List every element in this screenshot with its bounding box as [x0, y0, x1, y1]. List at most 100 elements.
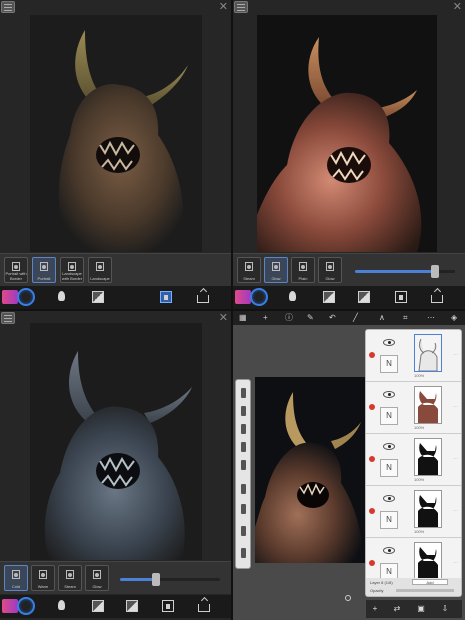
- option-glow[interactable]: Glow: [85, 565, 109, 591]
- frame-icon[interactable]: [395, 291, 407, 303]
- option-cold[interactable]: Cold: [4, 565, 28, 591]
- opacity-slider[interactable]: [396, 589, 454, 592]
- pencil-icon[interactable]: [241, 388, 246, 398]
- option-steam[interactable]: Steam: [58, 565, 82, 591]
- more-icon[interactable]: ⋯: [453, 456, 458, 462]
- visibility-eye-icon[interactable]: [383, 547, 395, 554]
- layers-icon[interactable]: ◈: [451, 313, 457, 323]
- more-icon[interactable]: ⋯: [453, 508, 458, 514]
- ruler-icon[interactable]: ⌗: [403, 313, 408, 323]
- frame-icon[interactable]: [160, 291, 172, 303]
- texture-icon[interactable]: [126, 600, 138, 612]
- brush-icon[interactable]: ✎: [307, 313, 314, 323]
- layer-thumbnail[interactable]: [414, 334, 442, 372]
- app-logo[interactable]: [2, 599, 18, 613]
- menu-button[interactable]: [234, 1, 248, 13]
- blend-mode-icon[interactable]: N: [380, 511, 398, 529]
- eyedropper-icon[interactable]: [241, 548, 246, 558]
- marker-icon[interactable]: [241, 424, 246, 434]
- undo-icon[interactable]: ↶: [329, 313, 336, 323]
- option-landscape-border[interactable]: Landscape with Border: [60, 257, 84, 283]
- sketchbook-toolbar: ▦ + ⓘ ✎ ↶ ╱ ∧ ⌗ ⋯ ◈: [233, 311, 465, 325]
- option-steam[interactable]: Steam: [237, 257, 261, 283]
- blend-mode-icon[interactable]: N: [380, 459, 398, 477]
- visibility-eye-icon[interactable]: [383, 495, 395, 502]
- merge-icon[interactable]: ▣: [416, 604, 426, 614]
- fill-icon[interactable]: [241, 526, 246, 536]
- layer-row[interactable]: N 100% ⋯: [366, 434, 461, 486]
- drawing-canvas[interactable]: [255, 377, 365, 563]
- visibility-eye-icon[interactable]: [383, 339, 395, 346]
- share-icon[interactable]: [198, 604, 210, 612]
- lightbulb-icon[interactable]: [58, 600, 65, 610]
- slider-thumb[interactable]: [152, 573, 160, 586]
- brush-dial-icon[interactable]: [250, 288, 268, 306]
- info-icon[interactable]: ⓘ: [285, 313, 293, 323]
- grid-icon[interactable]: ▦: [239, 313, 247, 323]
- curve-icon[interactable]: ∧: [379, 313, 385, 323]
- share-icon[interactable]: [431, 295, 443, 303]
- delete-layer-icon[interactable]: [369, 508, 375, 514]
- contrast-icon[interactable]: [92, 600, 104, 612]
- swap-icon[interactable]: ⇄: [392, 604, 402, 614]
- pen-tool-icon[interactable]: [241, 406, 246, 416]
- delete-layer-icon[interactable]: [369, 560, 375, 566]
- blend-mode-icon[interactable]: N: [380, 355, 398, 373]
- menu-button[interactable]: [1, 312, 15, 324]
- option-portrait[interactable]: Portrait: [32, 257, 56, 283]
- option-glow[interactable]: Glow: [264, 257, 288, 283]
- option-warm[interactable]: Warm: [31, 565, 55, 591]
- option-plain[interactable]: Plain: [291, 257, 315, 283]
- layer-row[interactable]: N 100% ⋯: [366, 382, 461, 434]
- option-glow-2[interactable]: Glow: [318, 257, 342, 283]
- brush-dial-icon[interactable]: [17, 597, 35, 615]
- layer-thumbnail[interactable]: [414, 386, 442, 424]
- more-icon[interactable]: ⋯: [427, 313, 435, 323]
- slider-thumb[interactable]: [431, 265, 439, 278]
- layer-thumbnail[interactable]: [414, 490, 442, 528]
- option-label: Glow: [271, 276, 281, 281]
- airbrush-icon[interactable]: [241, 460, 246, 470]
- plus-icon[interactable]: +: [263, 313, 268, 323]
- eraser-icon[interactable]: [241, 504, 246, 514]
- pen-icon[interactable]: ╱: [353, 313, 358, 323]
- more-icon[interactable]: ⋯: [453, 404, 458, 410]
- contrast-icon[interactable]: [92, 291, 104, 303]
- smudge-icon[interactable]: [241, 484, 246, 494]
- import-icon[interactable]: ⇩: [440, 604, 450, 614]
- intensity-slider[interactable]: [355, 265, 455, 278]
- color-puck-icon[interactable]: [345, 595, 351, 601]
- intensity-slider[interactable]: [120, 573, 220, 586]
- lightbulb-icon[interactable]: [289, 291, 296, 301]
- delete-layer-icon[interactable]: [369, 352, 375, 358]
- lightbulb-icon[interactable]: [58, 291, 65, 301]
- option-portrait-border[interactable]: Portrait with Border: [4, 257, 28, 283]
- close-icon[interactable]: ✕: [219, 312, 228, 324]
- close-icon[interactable]: ✕: [453, 1, 462, 13]
- contrast-icon[interactable]: [323, 291, 335, 303]
- close-icon[interactable]: ✕: [219, 1, 228, 13]
- more-icon[interactable]: ⋯: [453, 560, 458, 566]
- layer-thumbnail[interactable]: [414, 438, 442, 476]
- delete-layer-icon[interactable]: [369, 404, 375, 410]
- frame-icon[interactable]: [162, 600, 174, 612]
- visibility-eye-icon[interactable]: [383, 443, 395, 450]
- blend-mode-select[interactable]: Add: [412, 579, 448, 585]
- more-icon[interactable]: ⋯: [453, 352, 458, 358]
- share-icon[interactable]: [197, 295, 209, 303]
- app-logo[interactable]: [235, 290, 251, 304]
- layer-thumbnail[interactable]: [414, 542, 442, 580]
- brush-dial-icon[interactable]: [17, 288, 35, 306]
- texture-icon[interactable]: [358, 291, 370, 303]
- layer-row[interactable]: N 100% ⋯: [366, 486, 461, 538]
- delete-layer-icon[interactable]: [369, 456, 375, 462]
- app-logo[interactable]: [2, 290, 18, 304]
- option-landscape[interactable]: Landscape: [88, 257, 112, 283]
- brush-tool-icon[interactable]: [241, 442, 246, 452]
- blend-mode-icon[interactable]: N: [380, 407, 398, 425]
- layer-row[interactable]: N 100% ⋯: [366, 330, 461, 382]
- menu-button[interactable]: [1, 1, 15, 13]
- add-layer-icon[interactable]: +: [370, 604, 380, 614]
- visibility-eye-icon[interactable]: [383, 391, 395, 398]
- view-cold: ✕ Cold Warm Steam Glow: [0, 311, 231, 620]
